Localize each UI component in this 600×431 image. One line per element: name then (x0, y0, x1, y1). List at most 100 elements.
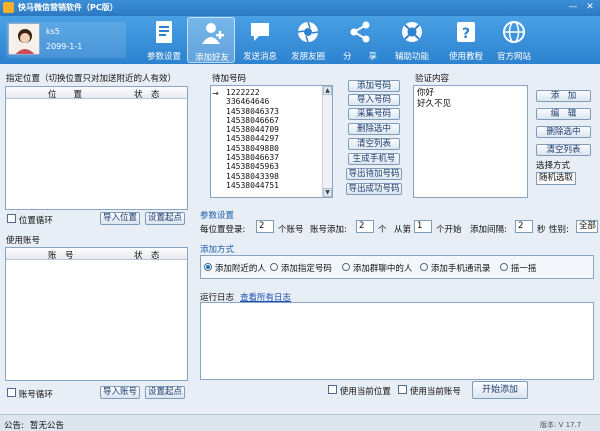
title-bar: 快马微信营销软件（PC版） — ✕ (0, 0, 600, 16)
from-input[interactable]: 1 (414, 220, 432, 233)
radio[interactable] (204, 263, 212, 271)
list-item[interactable]: 好久不见 (417, 99, 451, 110)
radio[interactable] (500, 263, 508, 271)
interval-input[interactable]: 2 (515, 220, 533, 233)
close-button[interactable]: ✕ (583, 1, 597, 14)
list-item[interactable]: 14538044297 (226, 134, 279, 143)
nav-tutorial[interactable]: ? 使用教程 (442, 17, 490, 63)
radio[interactable] (420, 263, 428, 271)
lifebuoy-icon (402, 22, 422, 42)
method-option-group[interactable]: 添加群聊中的人 (342, 262, 412, 274)
method-option-label: 添加附近的人 (214, 264, 266, 274)
per-location-label: 每位置登录: (200, 225, 246, 235)
scroll-down-icon[interactable]: ▼ (323, 188, 332, 197)
import-location-button[interactable]: 导入位置 (100, 212, 140, 225)
list-item[interactable]: 你好 (417, 88, 451, 99)
delete-verify-button[interactable]: 删除选中 (536, 126, 591, 138)
nav-params[interactable]: 参数设置 (140, 17, 188, 63)
method-select[interactable]: 随机选取 (536, 172, 576, 185)
account-add-label: 账号添加: (310, 225, 347, 235)
edit-verify-button[interactable]: 编 辑 (536, 108, 591, 120)
account-set-start-button[interactable]: 设置起点 (145, 386, 185, 399)
avatar (8, 23, 40, 55)
method-option-shake[interactable]: 摇一摇 (500, 262, 536, 274)
export-success-button[interactable]: 导出成功号码 (346, 183, 402, 195)
list-item[interactable]: 14538046373 (226, 107, 279, 116)
location-set-start-button[interactable]: 设置起点 (145, 212, 185, 225)
start-label: 个开始 (436, 225, 462, 235)
verify-content-list[interactable]: 你好 好久不见 (413, 85, 528, 198)
pending-number-list[interactable]: → 1222222 336464646 14538046373 14538046… (210, 85, 333, 198)
use-location-label: 使用当前位置 (339, 387, 391, 397)
location-table[interactable]: 位 置 状 态 (5, 86, 188, 210)
gender-select[interactable]: 全部 (576, 220, 598, 233)
list-item[interactable]: 336464646 (226, 97, 279, 106)
export-pending-button[interactable]: 导出待加号码 (346, 168, 402, 180)
account-table-header: 账 号 状 态 (6, 248, 187, 261)
account-loop-checkbox[interactable]: 账号循环 (7, 388, 53, 400)
use-location-checkbox[interactable]: 使用当前位置 (328, 385, 391, 397)
add-number-button[interactable]: 添加号码 (348, 80, 400, 92)
list-item[interactable]: 14538044709 (226, 125, 279, 134)
accounts-unit: 个账号 (278, 225, 304, 235)
gender-label: 性别: (549, 225, 569, 235)
verify-lines: 你好 好久不见 (417, 88, 451, 110)
from-label: 从第 (394, 225, 412, 235)
radio[interactable] (270, 263, 278, 271)
log-area[interactable] (200, 302, 594, 380)
nav-website[interactable]: 官方网站 (490, 17, 538, 63)
generate-phone-button[interactable]: 生成手机号 (348, 153, 400, 165)
minimize-button[interactable]: — (566, 1, 580, 14)
list-item[interactable]: 1222222 (226, 88, 279, 97)
start-button[interactable]: 开始添加 (472, 381, 528, 399)
delete-selected-button[interactable]: 删除选中 (348, 123, 400, 135)
status-bar: 公告: 暂无公告 版本: V 17.7 (0, 414, 600, 431)
account-add-input[interactable]: 2 (356, 220, 374, 233)
checkbox[interactable] (7, 214, 16, 223)
scrollbar[interactable]: ▲ ▼ (322, 86, 332, 197)
nav-moments[interactable]: 发朋友圈 (284, 17, 332, 63)
location-loop-checkbox[interactable]: 位置循环 (7, 214, 53, 226)
list-item[interactable]: 14538044751 (226, 181, 279, 190)
nav-send-message[interactable]: 发送消息 (236, 17, 284, 63)
nav-label: 发送消息 (242, 52, 277, 62)
import-number-button[interactable]: 导入号码 (348, 94, 400, 106)
help-icon: ? (457, 22, 475, 42)
nav-assist[interactable]: 辅助功能 (388, 17, 436, 63)
collect-number-button[interactable]: 采集号码 (348, 108, 400, 120)
col-status: 状 态 (134, 251, 160, 261)
list-item[interactable]: 14538046667 (226, 116, 279, 125)
list-item[interactable]: 14538045963 (226, 162, 279, 171)
method-option-nearby[interactable]: 添加附近的人 (204, 262, 266, 274)
nav-add-friends[interactable]: 添加好友 (187, 17, 235, 63)
clear-verify-button[interactable]: 清空列表 (536, 144, 591, 156)
list-item[interactable]: 14538046637 (226, 153, 279, 162)
scroll-up-icon[interactable]: ▲ (323, 86, 332, 95)
account-table[interactable]: 账 号 状 态 (5, 247, 188, 381)
checkbox[interactable] (398, 385, 407, 394)
col-position: 位 置 (48, 90, 83, 100)
globe-icon (503, 21, 525, 43)
list-item[interactable]: 14538043398 (226, 172, 279, 181)
use-account-label: 使用当前账号 (409, 387, 461, 397)
import-account-button[interactable]: 导入账号 (100, 386, 140, 399)
col-status: 状 态 (134, 90, 160, 100)
radio[interactable] (342, 263, 350, 271)
account-title: 使用账号 (6, 236, 41, 246)
app-logo-icon (3, 2, 14, 13)
window-title: 快马微信营销软件（PC版） (18, 3, 118, 12)
add-verify-button[interactable]: 添 加 (536, 90, 591, 102)
clear-list-button[interactable]: 清空列表 (348, 138, 400, 150)
method-option-number[interactable]: 添加指定号码 (270, 262, 332, 274)
method-option-contacts[interactable]: 添加手机通讯录 (420, 262, 490, 274)
nav-label: 参数设置 (146, 52, 181, 62)
per-location-input[interactable]: 2 (256, 220, 274, 233)
col-account: 账 号 (48, 251, 74, 261)
list-item[interactable]: 14538049880 (226, 144, 279, 153)
checkbox[interactable] (328, 385, 337, 394)
use-account-checkbox[interactable]: 使用当前账号 (398, 385, 461, 397)
location-loop-label: 位置循环 (18, 216, 53, 226)
checkbox[interactable] (7, 388, 16, 397)
add-user-icon (202, 23, 224, 44)
nav-share[interactable]: 分 享 (336, 17, 384, 63)
